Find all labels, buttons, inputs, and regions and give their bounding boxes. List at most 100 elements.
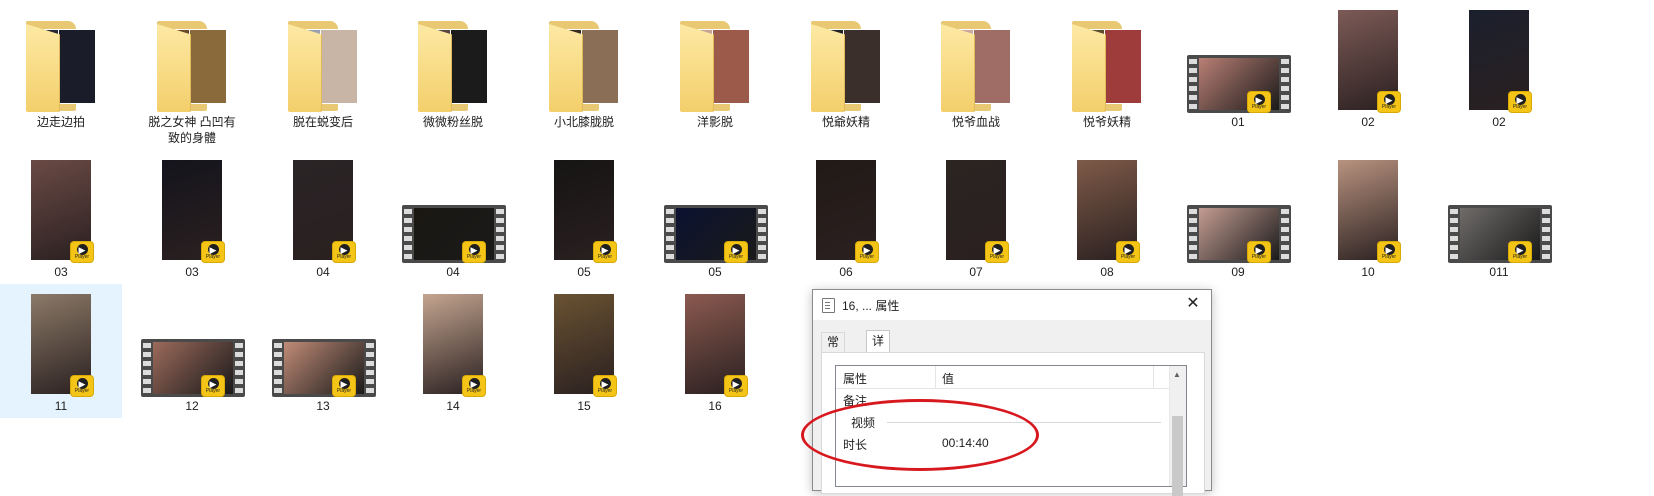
video-file-item[interactable]: ▶ Player 12 [131, 284, 253, 418]
item-label: 脱在蜕变后 [292, 115, 353, 129]
video-file-item[interactable]: ▶ Player 07 [915, 150, 1037, 284]
video-thumbnail: ▶ Player [523, 284, 645, 398]
folder-icon [523, 0, 645, 114]
column-property[interactable]: 属性 [843, 370, 867, 387]
column-divider[interactable] [1153, 366, 1154, 388]
item-label: 08 [1100, 265, 1114, 279]
item-label: 12 [185, 399, 199, 413]
folder-item[interactable]: 微微粉丝脱 [392, 0, 514, 134]
video-thumbnail: ▶ Player [1438, 150, 1560, 264]
film-holes [1450, 209, 1458, 259]
item-label: 07 [969, 265, 983, 279]
film-holes [404, 209, 412, 259]
video-thumbnail: ▶ Player [131, 284, 253, 398]
item-label: 14 [446, 399, 460, 413]
document-icon [822, 298, 835, 313]
video-file-item[interactable]: ▶ Player 03 [131, 150, 253, 284]
item-label: 悦爷妖精 [1082, 115, 1131, 129]
folder-item[interactable]: 悦爷妖精 [1046, 0, 1168, 134]
player-badge-label: Player [1381, 254, 1397, 260]
video-file-item[interactable]: ▶ Player 04 [262, 150, 384, 284]
folder-item[interactable]: 悦爷血战 [915, 0, 1037, 134]
film-holes [666, 209, 674, 259]
video-thumbnail: ▶ Player [0, 284, 122, 398]
video-file-item[interactable]: ▶ Player 11 [0, 284, 122, 418]
folder-front [549, 24, 583, 112]
folder-item[interactable]: 脱在蜕变后 [262, 0, 384, 134]
close-icon[interactable]: ✕ [1181, 293, 1205, 317]
film-holes [1189, 209, 1197, 259]
video-file-item[interactable]: ▶ Player 14 [392, 284, 514, 418]
video-file-item[interactable]: ▶ Player 03 [0, 150, 122, 284]
player-badge-icon: ▶ Player [1117, 242, 1139, 262]
player-badge-label: Player [74, 254, 90, 260]
player-badge-label: Player [1120, 254, 1136, 260]
film-strip [1187, 205, 1291, 263]
video-file-item[interactable]: ▶ Player 02 [1438, 0, 1560, 134]
video-file-item[interactable]: ▶ Player 16 [654, 284, 776, 418]
video-file-item[interactable]: ▶ Player 10 [1307, 150, 1429, 284]
player-badge-label: Player [466, 254, 482, 260]
video-thumbnail: ▶ Player [1046, 150, 1168, 264]
column-value[interactable]: 值 [942, 370, 954, 387]
player-badge-icon: ▶ Player [1509, 92, 1531, 112]
video-file-item[interactable]: ▶ Player 01 [1177, 0, 1299, 134]
film-strip [1187, 55, 1291, 113]
folder-preview-image [58, 29, 96, 104]
folder-item[interactable]: 脱之女神 凸凹有致的身體 [131, 0, 253, 150]
item-label: 02 [1492, 115, 1506, 129]
item-label: 15 [577, 399, 591, 413]
film-strip [402, 205, 506, 263]
video-file-item[interactable]: ▶ Player 04 [392, 150, 514, 284]
tab-details[interactable]: 详细信息 [866, 330, 891, 411]
item-label: 脱之女神 凸凹有致的身體 [148, 115, 236, 145]
video-file-item[interactable]: ▶ Player 06 [785, 150, 907, 284]
vertical-scrollbar[interactable]: ▲ [1169, 366, 1186, 496]
video-file-item[interactable]: ▶ Player 09 [1177, 150, 1299, 284]
folder-item[interactable]: 洋影脱 [654, 0, 776, 134]
player-badge-label: Player [466, 388, 482, 394]
video-thumbnail: ▶ Player [654, 284, 776, 398]
column-divider[interactable] [935, 366, 936, 388]
player-badge-icon: ▶ Player [333, 376, 355, 396]
list-header: 属性 值 [836, 366, 1169, 389]
video-file-item[interactable]: ▶ Player 08 [1046, 150, 1168, 284]
video-thumbnail: ▶ Player [915, 150, 1037, 264]
player-badge-icon: ▶ Player [725, 242, 747, 262]
dialog-titlebar[interactable]: 16, ... 属性 ✕ [813, 290, 1211, 320]
item-label: 04 [446, 265, 460, 279]
item-label: 04 [316, 265, 330, 279]
film-strip [1448, 205, 1552, 263]
video-file-item[interactable]: ▶ Player 011 [1438, 150, 1560, 284]
dialog-title: 16, ... 属性 [842, 299, 900, 313]
video-file-item[interactable]: ▶ Player 13 [262, 284, 384, 418]
video-file-item[interactable]: ▶ Player 02 [1307, 0, 1429, 134]
player-badge-icon: ▶ Player [594, 242, 616, 262]
tab-general[interactable]: 常规 [821, 332, 846, 368]
player-badge-icon: ▶ Player [71, 376, 93, 396]
video-file-item[interactable]: ▶ Player 05 [654, 150, 776, 284]
video-thumbnail: ▶ Player [654, 150, 776, 264]
film-strip [664, 205, 768, 263]
folder-item[interactable]: 悦爺妖精 [785, 0, 907, 134]
scroll-up-icon[interactable]: ▲ [1173, 370, 1181, 379]
video-thumbnail: ▶ Player [1307, 150, 1429, 264]
film-holes [235, 343, 243, 393]
item-label: 11 [54, 399, 68, 413]
folder-front [811, 24, 845, 112]
player-badge-icon: ▶ Player [463, 242, 485, 262]
player-badge-icon: ▶ Player [1378, 92, 1400, 112]
folder-icon [392, 0, 514, 114]
video-thumbnail: ▶ Player [1177, 0, 1299, 114]
item-label: 洋影脱 [696, 115, 733, 129]
folder-preview-image [320, 29, 358, 104]
item-label: 16 [708, 399, 722, 413]
film-holes [496, 209, 504, 259]
video-file-item[interactable]: ▶ Player 15 [523, 284, 645, 418]
item-label: 011 [1489, 265, 1509, 279]
folder-item[interactable]: 边走边拍 [0, 0, 122, 134]
item-label: 03 [185, 265, 199, 279]
folder-item[interactable]: 小北膝胧脱 [523, 0, 645, 134]
video-file-item[interactable]: ▶ Player 05 [523, 150, 645, 284]
scroll-thumb[interactable] [1172, 416, 1183, 496]
